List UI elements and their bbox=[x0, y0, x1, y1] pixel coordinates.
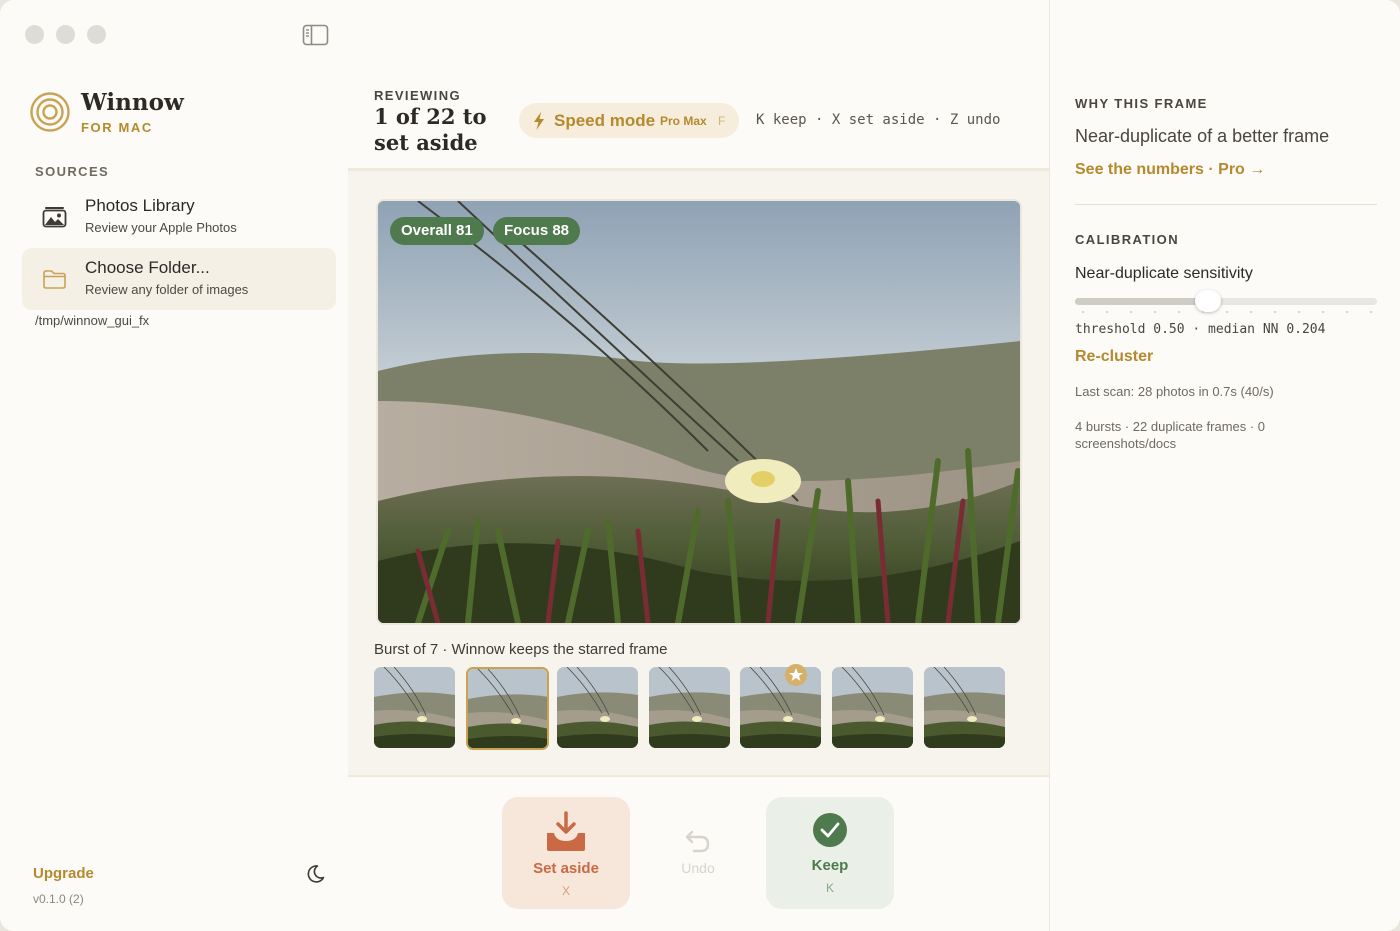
burst-thumbnail[interactable] bbox=[465, 667, 549, 750]
current-photo: Overall 81 Focus 88 bbox=[376, 199, 1022, 625]
undo-arrow-icon bbox=[685, 830, 710, 853]
source-title: Photos Library bbox=[85, 196, 195, 215]
thumbnail-image bbox=[374, 667, 455, 748]
undo-button[interactable]: Undo bbox=[634, 797, 762, 909]
photo-image bbox=[378, 201, 1020, 623]
set-aside-button[interactable]: Set aside X bbox=[502, 797, 630, 909]
burst-thumbnail[interactable] bbox=[374, 667, 455, 748]
threshold-readout: threshold 0.50 · median NN 0.204 bbox=[1075, 322, 1326, 337]
set-aside-label: Set aside bbox=[533, 860, 599, 877]
app-subtitle: FOR MAC bbox=[81, 120, 153, 135]
selected-folder-path: /tmp/winnow_gui_fx bbox=[35, 313, 150, 328]
starred-frame-star-icon bbox=[785, 664, 807, 686]
keep-label: Keep bbox=[811, 857, 849, 874]
zoom-window-button[interactable] bbox=[87, 25, 106, 44]
source-photos-library[interactable]: Photos Library Review your Apple Photos bbox=[22, 186, 336, 248]
slider-tick bbox=[1250, 311, 1252, 313]
sidebar: Winnow FOR MAC SOURCES Photos Library Re… bbox=[0, 0, 348, 931]
winnow-logo-icon bbox=[30, 92, 70, 132]
actions-divider bbox=[348, 775, 1049, 777]
app-name: Winnow bbox=[81, 89, 184, 116]
source-choose-folder[interactable]: Choose Folder... Review any folder of im… bbox=[22, 248, 336, 310]
see-numbers-link[interactable]: See the numbers · Pro → bbox=[1075, 161, 1265, 179]
burst-caption: Burst of 7 · Winnow keeps the starred fr… bbox=[374, 641, 668, 658]
tray-download-icon bbox=[547, 811, 585, 851]
sensitivity-slider-knob[interactable] bbox=[1194, 290, 1221, 312]
app-window: Winnow FOR MAC SOURCES Photos Library Re… bbox=[0, 0, 1400, 931]
inspector-panel: WHY THIS FRAME Near-duplicate of a bette… bbox=[1049, 0, 1400, 931]
recluster-button[interactable]: Re-cluster bbox=[1075, 348, 1153, 366]
upgrade-link[interactable]: Upgrade bbox=[33, 865, 94, 882]
calibration-label: CALIBRATION bbox=[1075, 232, 1179, 247]
sensitivity-slider-track[interactable] bbox=[1075, 298, 1377, 305]
review-pane: REVIEWING 1 of 22 to set aside Speed mod… bbox=[348, 0, 1049, 931]
close-window-button[interactable] bbox=[25, 25, 44, 44]
photo-stage: Overall 81 Focus 88 Burst of 7 · Winnow … bbox=[348, 171, 1049, 775]
burst-thumbnail[interactable] bbox=[557, 667, 639, 748]
undo-label: Undo bbox=[681, 860, 715, 876]
bursts-summary: 4 bursts · 22 duplicate frames · 0 scree… bbox=[1075, 419, 1266, 451]
bolt-icon bbox=[534, 112, 544, 130]
sources-section-label: SOURCES bbox=[35, 164, 110, 179]
overall-score-badge: Overall 81 bbox=[390, 217, 484, 245]
inspector-divider bbox=[1075, 204, 1377, 205]
source-title: Choose Folder... bbox=[85, 258, 210, 277]
minimize-window-button[interactable] bbox=[56, 25, 75, 44]
keep-shortcut: K bbox=[825, 881, 834, 895]
slider-tick bbox=[1322, 311, 1324, 313]
moon-icon[interactable] bbox=[304, 863, 326, 885]
thumbnail-image bbox=[557, 667, 639, 748]
keyboard-shortcuts-hint: K keep · X set aside · Z undo bbox=[756, 112, 1001, 128]
burst-thumbnail[interactable] bbox=[923, 667, 1005, 748]
sidebar-toggle-icon[interactable] bbox=[302, 24, 329, 46]
why-this-frame-label: WHY THIS FRAME bbox=[1075, 96, 1208, 111]
check-circle-icon bbox=[813, 813, 847, 847]
burst-thumbnail[interactable] bbox=[648, 667, 730, 748]
app-version: v0.1.0 (2) bbox=[33, 892, 84, 906]
slider-tick bbox=[1130, 311, 1132, 313]
burst-thumbnail[interactable] bbox=[832, 667, 913, 748]
pro-max-badge: Pro Max bbox=[660, 114, 707, 128]
slider-tick bbox=[1178, 311, 1180, 313]
last-scan-info: Last scan: 28 photos in 0.7s (40/s) bbox=[1075, 384, 1274, 399]
slider-tick bbox=[1082, 311, 1084, 313]
slider-tick bbox=[1370, 311, 1372, 313]
reviewing-label: REVIEWING bbox=[374, 88, 461, 103]
photos-library-icon bbox=[42, 207, 67, 228]
focus-score-badge: Focus 88 bbox=[493, 217, 581, 245]
slider-tick bbox=[1226, 311, 1228, 313]
keep-button[interactable]: Keep K bbox=[766, 797, 894, 909]
slider-tick bbox=[1346, 311, 1348, 313]
folder-icon bbox=[43, 270, 66, 289]
slider-tick bbox=[1154, 311, 1156, 313]
slider-tick bbox=[1298, 311, 1300, 313]
review-progress-title: 1 of 22 to set aside bbox=[374, 104, 487, 155]
speed-mode-shortcut: F bbox=[718, 114, 726, 128]
thumbnail-image bbox=[923, 667, 1005, 748]
source-subtitle: Review any folder of images bbox=[85, 282, 249, 297]
sensitivity-slider-fill bbox=[1075, 298, 1208, 305]
slider-tick bbox=[1106, 311, 1108, 313]
why-this-frame-reason: Near-duplicate of a better frame bbox=[1075, 126, 1330, 146]
thumbnail-image bbox=[832, 667, 913, 748]
slider-tick bbox=[1202, 311, 1204, 313]
sensitivity-label: Near-duplicate sensitivity bbox=[1075, 265, 1253, 282]
thumbnail-image bbox=[467, 669, 547, 748]
burst-thumbnail[interactable] bbox=[740, 667, 822, 748]
slider-tick bbox=[1274, 311, 1276, 313]
speed-mode-button[interactable]: Speed mode Pro Max F bbox=[519, 103, 739, 138]
set-aside-shortcut: X bbox=[561, 884, 570, 898]
speed-mode-label: Speed mode bbox=[554, 111, 656, 130]
thumbnail-image bbox=[740, 667, 822, 748]
thumbnail-image bbox=[648, 667, 730, 748]
source-subtitle: Review your Apple Photos bbox=[85, 220, 237, 235]
